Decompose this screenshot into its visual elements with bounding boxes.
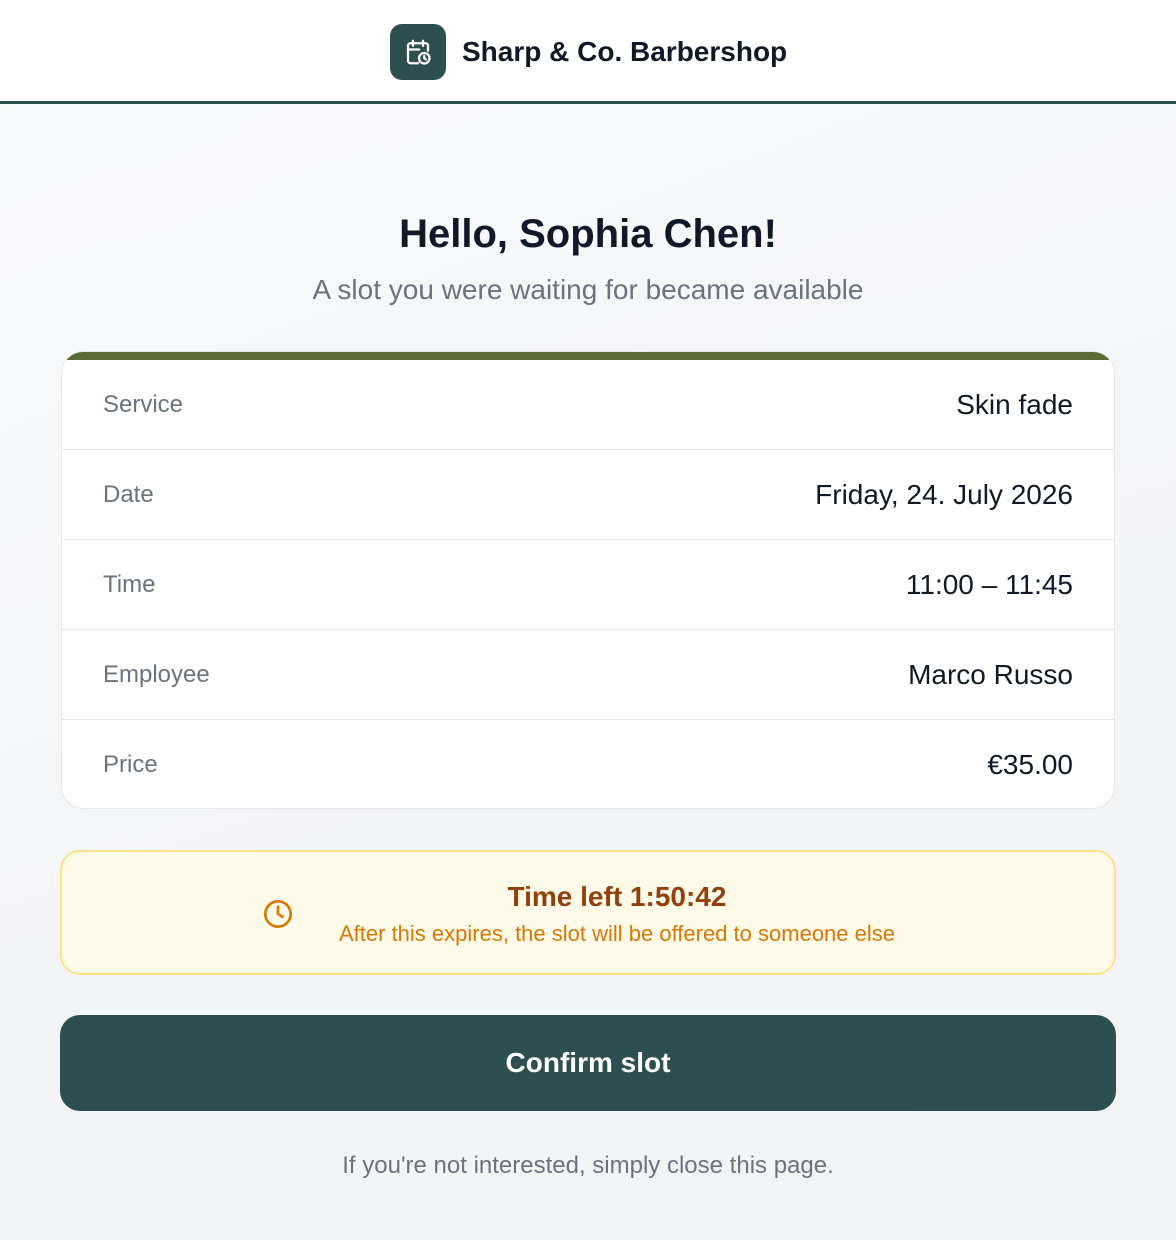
page-subtitle: A slot you were waiting for became avail… [312,274,864,305]
detail-row-price: Price €35.00 [62,720,1114,808]
countdown-note: After this expires, the slot will be off… [339,921,895,946]
footer-note: If you're not interested, simply close t… [342,1152,834,1179]
countdown-notice: Time left 1:50:42 After this expires, th… [60,850,1116,975]
confirm-slot-button[interactable]: Confirm slot [60,1015,1116,1111]
detail-value: Friday, 24. July 2026 [815,478,1073,510]
calendar-clock-icon [390,24,446,80]
detail-row-time: Time 11:00 – 11:45 [62,540,1114,630]
detail-value: €35.00 [987,749,1073,780]
top-bar: Sharp & Co. Barbershop [0,0,1176,104]
detail-row-service: Service Skin fade [62,360,1114,450]
detail-value: 11:00 – 11:45 [905,568,1073,600]
countdown-title: Time left 1:50:42 [507,881,727,912]
detail-label: Date [103,480,154,508]
greeting-heading: Hello, Sophia Chen! [399,212,777,256]
card-accent-bar [62,352,1114,360]
brand: Sharp & Co. Barbershop [390,24,787,80]
brand-name: Sharp & Co. Barbershop [462,36,788,67]
detail-value: Skin fade [956,388,1073,420]
detail-row-date: Date Friday, 24. July 2026 [62,450,1114,540]
detail-label: Employee [103,660,210,688]
detail-label: Price [103,751,158,778]
slot-details-card: Service Skin fade Date Friday, 24. July … [61,351,1115,809]
detail-value: Marco Russo [908,658,1073,690]
detail-label: Time [103,570,156,598]
detail-label: Service [103,390,184,418]
detail-row-employee: Employee Marco Russo [62,630,1114,720]
